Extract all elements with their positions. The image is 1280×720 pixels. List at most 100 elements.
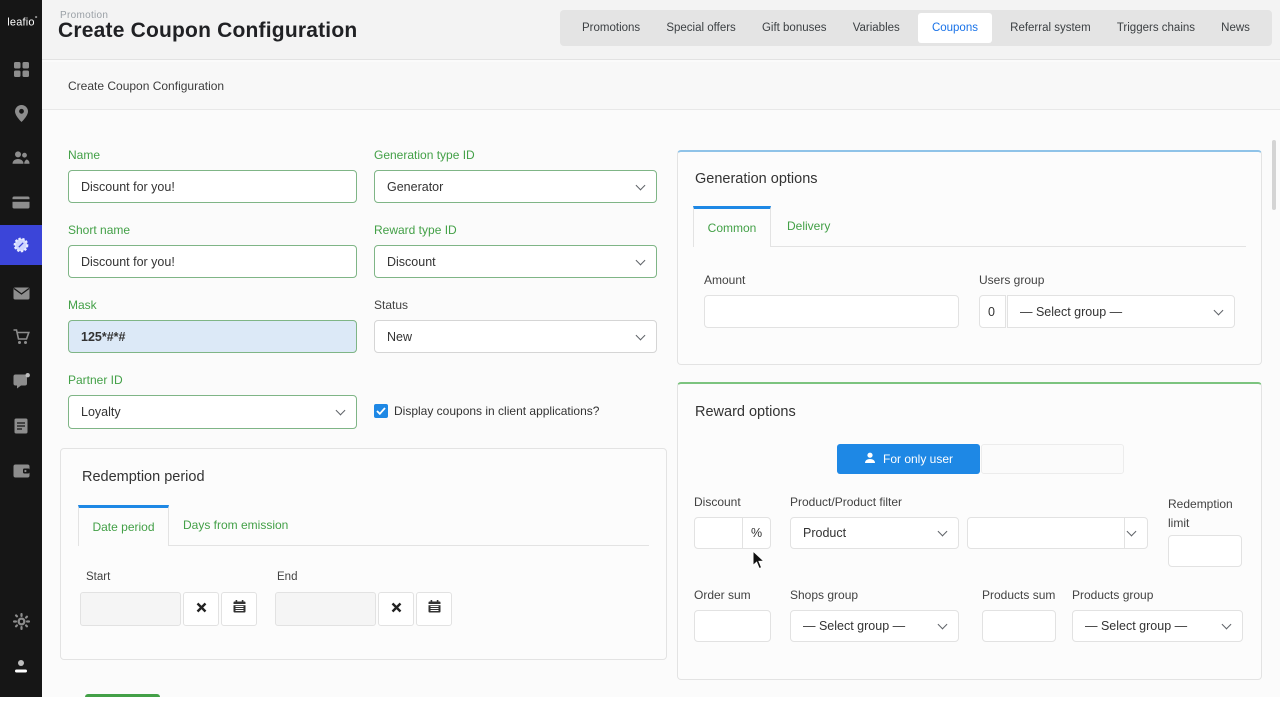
- reward-options-title: Reward options: [695, 404, 796, 420]
- short-name-label: Short name: [68, 223, 130, 237]
- user-icon: [864, 452, 876, 467]
- generation-type-label: Generation type ID: [374, 148, 475, 162]
- generation-options-title: Generation options: [695, 171, 818, 187]
- discount-percent-suffix: %: [742, 517, 771, 549]
- display-coupons-checkbox[interactable]: [374, 404, 388, 418]
- products-group-value: — Select group —: [1085, 619, 1187, 633]
- sidebar-item-customers[interactable]: [0, 140, 42, 174]
- grid-icon: [13, 61, 30, 78]
- nav-tab-gift-bonuses[interactable]: Gift bonuses: [754, 13, 835, 43]
- status-select[interactable]: New: [374, 320, 657, 353]
- shops-group-label: Shops group: [790, 588, 858, 602]
- map-pin-icon: [14, 105, 29, 122]
- nav-tab-triggers-chains[interactable]: Triggers chains: [1109, 13, 1203, 43]
- sidebar-item-chat[interactable]: [0, 364, 42, 398]
- users-group-select[interactable]: — Select group —: [1007, 295, 1235, 328]
- redemption-limit-input[interactable]: [1168, 535, 1242, 567]
- page-title: Create Coupon Configuration: [58, 19, 357, 43]
- mask-input[interactable]: 125*#*#: [68, 320, 357, 353]
- sidebar-item-locations[interactable]: [0, 96, 42, 130]
- order-sum-input[interactable]: [694, 610, 771, 642]
- products-group-label: Products group: [1072, 588, 1153, 602]
- for-only-user-label: For only user: [883, 452, 953, 466]
- user-toggle-alt-button[interactable]: [981, 444, 1124, 474]
- chevron-down-icon: [938, 620, 948, 630]
- product-filter-select[interactable]: Product: [790, 517, 959, 549]
- brand-logo[interactable]: leafio°: [3, 16, 42, 29]
- end-clear-button[interactable]: [378, 592, 414, 626]
- tab-date-period[interactable]: Date period: [78, 505, 169, 546]
- generation-type-value: Generator: [387, 180, 443, 194]
- redemption-period-title: Redemption period: [82, 469, 205, 485]
- nav-tab-variables[interactable]: Variables: [845, 13, 908, 43]
- for-only-user-button[interactable]: For only user: [837, 444, 980, 474]
- sidebar-item-promotion-active[interactable]: [0, 225, 42, 265]
- settings-gear-icon: [13, 613, 30, 630]
- amount-input[interactable]: [704, 295, 959, 328]
- credit-card-icon: [12, 196, 30, 209]
- top-header: Promotion Create Coupon Configuration Pr…: [42, 0, 1280, 60]
- amount-label: Amount: [704, 273, 745, 287]
- status-label: Status: [374, 298, 408, 312]
- users-icon: [12, 150, 30, 165]
- profile-icon: [14, 659, 28, 674]
- start-date-input[interactable]: [80, 592, 181, 626]
- product-filter-secondary-select[interactable]: [967, 517, 1148, 549]
- start-calendar-button[interactable]: [221, 592, 257, 626]
- users-group-label: Users group: [979, 273, 1044, 287]
- sidebar-item-profile[interactable]: [0, 649, 42, 683]
- sidebar-item-messages[interactable]: [0, 276, 42, 310]
- start-clear-button[interactable]: [183, 592, 219, 626]
- scrollbar-thumb[interactable]: [1272, 140, 1276, 210]
- generation-type-select[interactable]: Generator: [374, 170, 657, 203]
- shops-group-value: — Select group —: [803, 619, 905, 633]
- products-sum-label: Products sum: [982, 588, 1055, 602]
- mask-label: Mask: [68, 298, 97, 312]
- short-name-input[interactable]: Discount for you!: [68, 245, 357, 278]
- generation-tabs-divider: [693, 246, 1246, 247]
- mouse-cursor: [752, 550, 766, 575]
- nav-tab-coupons[interactable]: Coupons: [918, 13, 992, 43]
- discount-input[interactable]: [694, 517, 743, 549]
- bottom-strip: [0, 697, 1280, 720]
- app-window: leafio°: [0, 0, 1280, 720]
- nav-tab-special-offers[interactable]: Special offers: [658, 13, 743, 43]
- products-group-select[interactable]: — Select group —: [1072, 610, 1243, 642]
- top-nav: Promotions Special offers Gift bonuses V…: [560, 10, 1272, 46]
- chevron-down-icon: [1214, 305, 1224, 315]
- shops-group-select[interactable]: — Select group —: [790, 610, 959, 642]
- reward-type-value: Discount: [387, 255, 436, 269]
- sidebar-item-documents[interactable]: [0, 409, 42, 443]
- name-input[interactable]: Discount for you!: [68, 170, 357, 203]
- partner-select[interactable]: Loyalty: [68, 395, 357, 429]
- nav-tab-promotions[interactable]: Promotions: [574, 13, 648, 43]
- products-sum-input[interactable]: [982, 610, 1056, 642]
- chevron-down-icon: [336, 406, 346, 416]
- product-filter-value: Product: [803, 526, 846, 540]
- end-calendar-button[interactable]: [416, 592, 452, 626]
- sidebar-item-orders[interactable]: [0, 320, 42, 354]
- chat-icon: [13, 373, 30, 389]
- sidebar-item-wallet[interactable]: [0, 454, 42, 488]
- select-divider: [1124, 518, 1125, 548]
- tab-days-from-emission[interactable]: Days from emission: [183, 518, 288, 532]
- sidebar-item-cards[interactable]: [0, 185, 42, 219]
- end-date-input[interactable]: [275, 592, 376, 626]
- subheader-bar: Create Coupon Configuration: [42, 62, 1280, 110]
- calendar-icon: [233, 600, 246, 618]
- order-sum-label: Order sum: [694, 588, 751, 602]
- chevron-down-icon: [1127, 527, 1137, 537]
- chevron-down-icon: [636, 255, 646, 265]
- users-group-count[interactable]: 0: [979, 295, 1006, 328]
- tab-delivery[interactable]: Delivery: [787, 219, 830, 233]
- calendar-icon: [428, 600, 441, 618]
- reward-type-select[interactable]: Discount: [374, 245, 657, 278]
- nav-tab-referral-system[interactable]: Referral system: [1002, 13, 1099, 43]
- nav-tab-news[interactable]: News: [1213, 13, 1258, 43]
- reward-type-label: Reward type ID: [374, 223, 457, 237]
- sidebar-item-settings[interactable]: [0, 604, 42, 638]
- sidebar-item-dashboard[interactable]: [0, 52, 42, 86]
- chevron-down-icon: [938, 527, 948, 537]
- tab-common[interactable]: Common: [693, 206, 771, 247]
- subheader-title: Create Coupon Configuration: [68, 79, 224, 93]
